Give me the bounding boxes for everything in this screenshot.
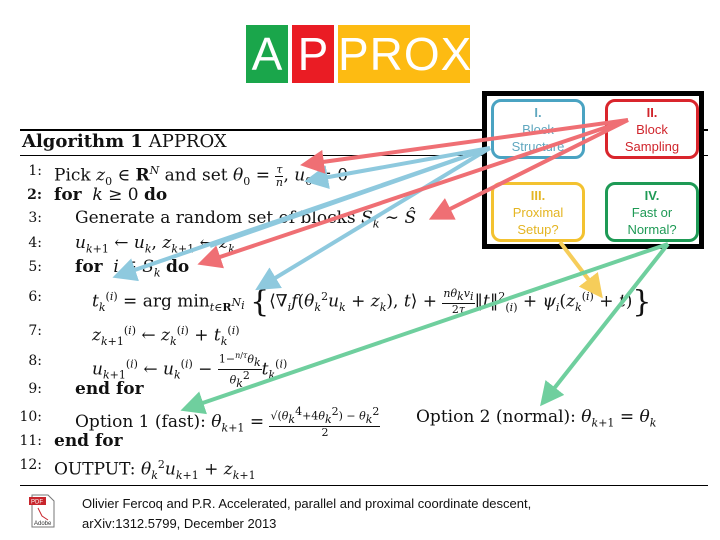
- arrow-green-to-option-2: [540, 242, 670, 407]
- line-number: 5:: [28, 259, 42, 275]
- line-number: 1:: [28, 163, 42, 179]
- algorithm-name: APPROX: [148, 131, 227, 152]
- line-content-option-2: Option 2 (normal): θk+1 = θk: [416, 407, 657, 430]
- algorithm-title: Algorithm 1 APPROX: [22, 131, 227, 153]
- line-number: 12:: [19, 457, 42, 473]
- pdf-file-icon[interactable]: PDF Adobe: [28, 494, 56, 528]
- line-number: 3:: [28, 210, 42, 226]
- line-number: 2:: [27, 187, 42, 203]
- line-number: 9:: [28, 381, 42, 397]
- quadrant-fast-or-normal: IV. Fast or Normal?: [605, 182, 699, 242]
- line-content: end for: [75, 379, 144, 399]
- quadrant-block-structure: I. Block Structure: [491, 99, 585, 159]
- logo-tile-a: A: [246, 25, 288, 83]
- line-content: zk+1(i) ← zk(i) + tk(i): [92, 324, 240, 349]
- quadrant-proximal-setup: III. Proximal Setup?: [491, 182, 585, 242]
- line-number: 7:: [28, 323, 42, 339]
- line-number: 4:: [28, 235, 42, 251]
- svg-text:PDF: PDF: [31, 500, 43, 506]
- line-number: 6:: [28, 289, 42, 305]
- line-content: OUTPUT: θk2uk+1 + zk+1: [54, 458, 256, 483]
- logo-tile-prox: PROX: [338, 25, 471, 83]
- line-content: for k ≥ 0 do: [54, 185, 168, 205]
- approx-logo: A P PROX: [246, 25, 471, 83]
- line-content: for i ∈ Sk do: [75, 257, 190, 280]
- line-number: 8:: [28, 353, 42, 369]
- approx-components-panel: I. Block Structure II. Block Sampling II…: [482, 91, 704, 249]
- citation-line-2: arXiv:1312.5799, December 2013: [82, 516, 277, 531]
- line-content: end for: [54, 431, 123, 451]
- arrow-yellow-to-psi: [558, 240, 603, 299]
- citation-line-1: Olivier Fercoq and P.R. Accelerated, par…: [82, 496, 532, 511]
- quadrant-block-sampling: II. Block Sampling: [605, 99, 699, 159]
- line-number: 10:: [19, 409, 42, 425]
- line-content: tk(i) = arg mint∈RNi {⟨∇if(θk2uk + zk), …: [92, 284, 652, 320]
- algorithm-label: Algorithm 1: [22, 131, 143, 152]
- logo-tile-p: P: [292, 25, 334, 83]
- algorithm-bottom-rule: [20, 485, 708, 486]
- line-number: 11:: [19, 433, 42, 449]
- citation: Olivier Fercoq and P.R. Accelerated, par…: [82, 494, 531, 534]
- svg-text:Adobe: Adobe: [34, 521, 52, 527]
